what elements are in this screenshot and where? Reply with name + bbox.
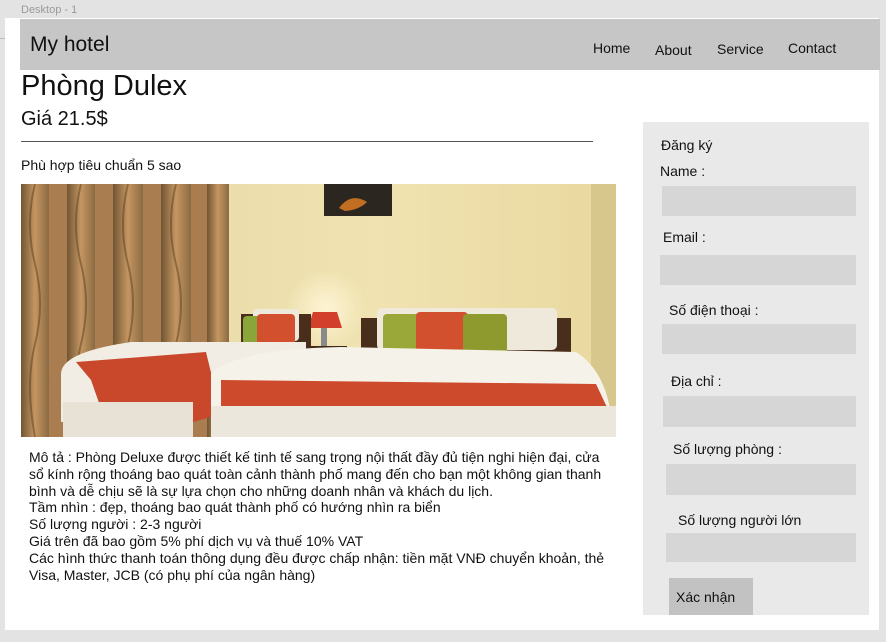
room-count-input[interactable]	[666, 464, 856, 495]
email-input[interactable]	[660, 255, 856, 285]
name-label: Name :	[660, 163, 706, 179]
room-standard: Phù hợp tiêu chuẩn 5 sao	[21, 157, 182, 173]
description-line: Các hình thức thanh toán thông dụng đều …	[29, 549, 605, 566]
email-label: Email :	[663, 229, 706, 245]
adult-count-label: Số lượng người lớn	[678, 512, 802, 528]
frame-edge-line	[0, 38, 5, 39]
brand-logo[interactable]: My hotel	[30, 33, 109, 57]
room-description: Mô tả : Phòng Deluxe được thiết kế tinh …	[29, 449, 629, 583]
nav-link-home[interactable]: Home	[593, 40, 630, 56]
description-line: Giá trên đã bao gồm 5% phí dịch vụ và th…	[29, 532, 364, 549]
phone-input[interactable]	[662, 324, 856, 354]
room-price: Giá 21.5$	[21, 108, 108, 130]
room-count-label: Số lượng phòng :	[673, 441, 782, 457]
room-photo	[21, 184, 616, 437]
description-line: sổ kính rộng thoáng bao quát toàn cảnh t…	[29, 465, 602, 482]
address-input[interactable]	[663, 396, 856, 427]
description-line: Tầm nhìn : đẹp, thoáng bao quát thành ph…	[29, 499, 441, 516]
phone-label: Số điện thoại :	[669, 302, 759, 318]
description-line: Mô tả : Phòng Deluxe được thiết kế tinh …	[29, 449, 600, 465]
registration-heading: Đăng ký	[661, 137, 713, 153]
adult-count-input[interactable]	[666, 533, 856, 562]
name-input[interactable]	[662, 186, 856, 216]
top-navbar: My hotel Home About Service Contact	[20, 19, 880, 70]
submit-button[interactable]: Xác nhận	[669, 578, 753, 615]
description-line: Visa, Master, JCB (có phụ phí của ngân h…	[29, 566, 316, 583]
nav-link-about[interactable]: About	[655, 42, 692, 58]
nav-link-contact[interactable]: Contact	[788, 40, 836, 56]
artboard-label: Desktop - 1	[21, 4, 78, 16]
title-divider	[21, 141, 593, 142]
description-line: Số lượng người : 2-3 người	[29, 516, 202, 533]
address-label: Địa chỉ :	[671, 373, 722, 389]
nav-link-service[interactable]: Service	[717, 41, 764, 57]
description-line: bình và dễ chịu sẽ là sự lựa chọn cho nh…	[29, 482, 493, 499]
room-title: Phòng Dulex	[21, 70, 188, 102]
